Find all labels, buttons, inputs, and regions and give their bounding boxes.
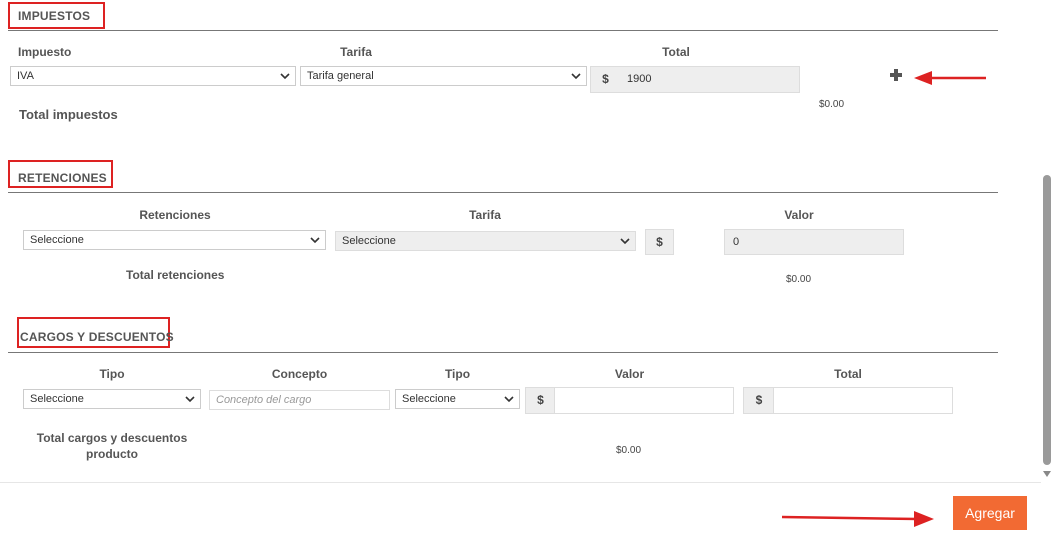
- impuesto-total-field: 1900: [619, 66, 800, 93]
- total-cargos-label: Total cargos y descuentos producto: [24, 430, 200, 462]
- currency-addon: $: [743, 387, 774, 414]
- impuestos-title: IMPUESTOS: [18, 9, 91, 23]
- plus-icon: [890, 69, 902, 81]
- agregar-button[interactable]: Agregar: [953, 496, 1027, 530]
- retenciones-tarifa-header: Tarifa: [469, 208, 501, 222]
- tarifa-select[interactable]: Tarifa general: [300, 66, 587, 86]
- retencion-select-value: Seleccione: [30, 234, 84, 246]
- total-impuestos-amount: $0.00: [819, 99, 845, 110]
- impuesto-header: Impuesto: [18, 45, 72, 59]
- currency-addon: $: [525, 387, 555, 414]
- retencion-tarifa-select[interactable]: Seleccione: [335, 231, 636, 251]
- chevron-down-icon: [571, 73, 581, 80]
- tipo2-header: Tipo: [444, 367, 471, 381]
- total-retenciones-amount: $0.00: [786, 274, 812, 285]
- chevron-down-icon: [620, 238, 630, 245]
- retencion-select[interactable]: Seleccione: [23, 230, 326, 250]
- cargo-valor-header: Valor: [614, 367, 645, 381]
- cargo-tipo2-select[interactable]: Seleccione: [395, 389, 520, 409]
- chevron-down-icon: [280, 73, 290, 80]
- chevron-down-icon: [185, 396, 195, 403]
- concepto-header: Concepto: [271, 367, 328, 381]
- chevron-down-icon: [310, 237, 320, 244]
- retencion-tarifa-value: Seleccione: [342, 235, 396, 247]
- retenciones-title: RETENCIONES: [18, 171, 107, 185]
- footer-divider: [0, 482, 1041, 483]
- tarifa-header: Tarifa: [340, 45, 372, 59]
- total-impuestos-label: Total impuestos: [19, 107, 118, 122]
- cargo-total-header: Total: [834, 367, 862, 381]
- scrollbar-thumb[interactable]: [1043, 175, 1051, 465]
- tipo-header: Tipo: [99, 367, 125, 381]
- retencion-valor-field: 0: [724, 229, 904, 255]
- cargo-valor-input[interactable]: [554, 387, 734, 414]
- impuesto-select-value: IVA: [17, 70, 34, 82]
- total-cargos-label-line1: Total cargos y descuentos: [36, 431, 188, 445]
- cargos-title: CARGOS Y DESCUENTOS: [20, 330, 174, 344]
- chevron-down-icon: [504, 396, 514, 403]
- total-cargos-amount: $0.00: [616, 445, 642, 456]
- currency-addon: $: [645, 229, 674, 255]
- retenciones-header: Retenciones: [139, 208, 211, 222]
- concepto-input[interactable]: Concepto del cargo: [209, 390, 390, 410]
- cargo-tipo-select[interactable]: Seleccione: [23, 389, 201, 409]
- retenciones-divider: [8, 192, 998, 193]
- impuesto-select[interactable]: IVA: [10, 66, 296, 86]
- currency-addon: $: [590, 66, 620, 93]
- cargo-tipo2-value: Seleccione: [402, 393, 456, 405]
- impuestos-divider: [8, 30, 998, 31]
- total-header: Total: [662, 45, 690, 59]
- total-retenciones-label: Total retenciones: [126, 268, 225, 282]
- total-cargos-label-line2: producto: [86, 447, 138, 461]
- scroll-down-arrow-icon[interactable]: [1042, 470, 1052, 478]
- annotation-arrow-icon: [781, 511, 934, 527]
- valor-header: Valor: [784, 208, 814, 222]
- concepto-placeholder: Concepto del cargo: [216, 394, 312, 406]
- cargos-divider: [8, 352, 998, 353]
- add-tax-button[interactable]: [887, 66, 905, 84]
- cargo-tipo-value: Seleccione: [30, 393, 84, 405]
- cargo-total-input[interactable]: [773, 387, 953, 414]
- tarifa-select-value: Tarifa general: [307, 70, 374, 82]
- annotation-arrow-icon: [914, 71, 986, 85]
